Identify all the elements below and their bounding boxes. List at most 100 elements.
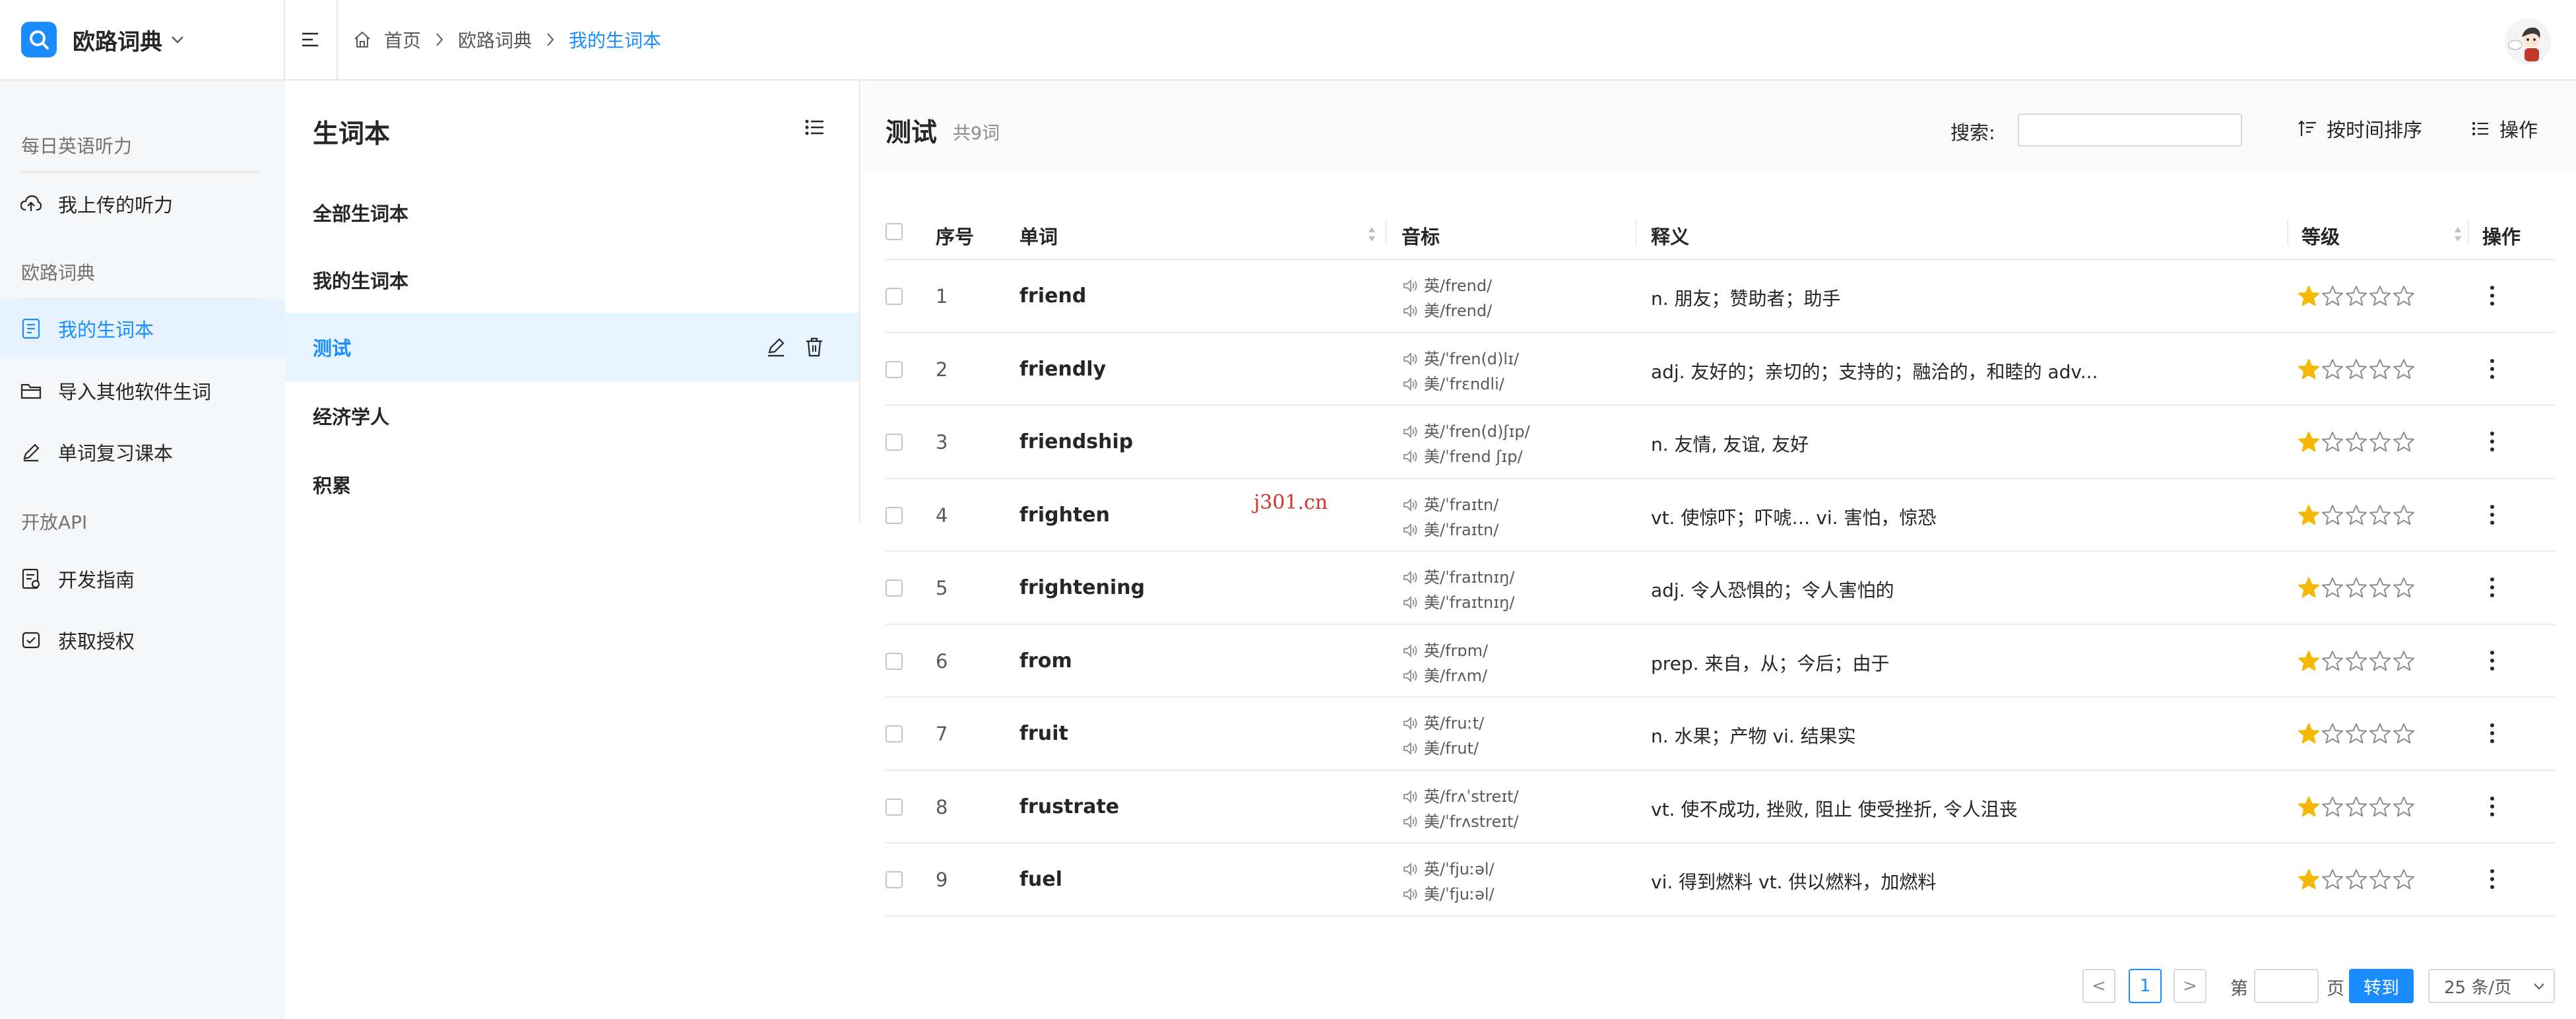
- speaker-icon[interactable]: [1403, 303, 1420, 319]
- row-checkbox[interactable]: [886, 579, 903, 597]
- row-word[interactable]: frighten: [1019, 504, 1110, 527]
- speaker-icon[interactable]: [1403, 376, 1420, 392]
- star-empty-icon[interactable]: [2345, 796, 2367, 818]
- speaker-icon[interactable]: [1403, 570, 1420, 585]
- sidebar-item-review[interactable]: 单词复习课本: [0, 422, 285, 482]
- star-empty-icon[interactable]: [2321, 504, 2344, 527]
- more-vertical-icon[interactable]: [2482, 793, 2502, 820]
- star-empty-icon[interactable]: [2393, 796, 2415, 818]
- operations-button[interactable]: 操作: [2470, 115, 2538, 143]
- speaker-icon[interactable]: [1403, 424, 1420, 440]
- star-filled-icon[interactable]: [2298, 285, 2320, 308]
- row-checkbox[interactable]: [886, 506, 903, 524]
- star-filled-icon[interactable]: [2298, 577, 2320, 599]
- row-word[interactable]: fruit: [1019, 722, 1068, 745]
- star-empty-icon[interactable]: [2345, 358, 2367, 381]
- row-word[interactable]: from: [1019, 649, 1072, 673]
- more-vertical-icon[interactable]: [2482, 720, 2502, 746]
- more-vertical-icon[interactable]: [2482, 866, 2502, 892]
- breadcrumb-home[interactable]: 首页: [352, 26, 421, 53]
- star-empty-icon[interactable]: [2321, 358, 2344, 381]
- star-empty-icon[interactable]: [2369, 285, 2391, 308]
- star-empty-icon[interactable]: [2369, 504, 2391, 527]
- notebook-item[interactable]: 经济学人: [285, 381, 859, 450]
- speaker-icon[interactable]: [1403, 886, 1420, 902]
- list-icon[interactable]: [804, 117, 827, 141]
- star-empty-icon[interactable]: [2369, 358, 2391, 381]
- more-vertical-icon[interactable]: [2482, 647, 2502, 674]
- star-empty-icon[interactable]: [2321, 285, 2344, 308]
- sidebar-item-dev-guide[interactable]: 开发指南: [0, 549, 285, 608]
- row-word[interactable]: friendly: [1019, 358, 1106, 381]
- speaker-icon[interactable]: [1403, 668, 1420, 684]
- star-empty-icon[interactable]: [2369, 650, 2391, 673]
- row-word[interactable]: frustrate: [1019, 795, 1119, 818]
- star-empty-icon[interactable]: [2393, 358, 2415, 381]
- star-empty-icon[interactable]: [2393, 650, 2415, 673]
- sort-toggle-icon[interactable]: [1367, 224, 1376, 244]
- speaker-icon[interactable]: [1403, 351, 1420, 367]
- star-empty-icon[interactable]: [2345, 650, 2367, 673]
- search-input[interactable]: [2018, 114, 2242, 147]
- star-empty-icon[interactable]: [2345, 285, 2367, 308]
- star-empty-icon[interactable]: [2321, 650, 2344, 673]
- star-empty-icon[interactable]: [2393, 577, 2415, 599]
- menu-toggle-button[interactable]: [285, 0, 338, 79]
- star-filled-icon[interactable]: [2298, 869, 2320, 891]
- star-empty-icon[interactable]: [2345, 723, 2367, 745]
- notebook-item-active[interactable]: 测试: [285, 313, 859, 381]
- row-checkbox[interactable]: [886, 360, 903, 378]
- star-empty-icon[interactable]: [2369, 431, 2391, 453]
- speaker-icon[interactable]: [1403, 643, 1420, 659]
- more-vertical-icon[interactable]: [2482, 574, 2502, 601]
- row-checkbox[interactable]: [886, 652, 903, 670]
- select-all-checkbox[interactable]: [886, 223, 903, 240]
- more-vertical-icon[interactable]: [2482, 356, 2502, 382]
- notebook-item[interactable]: 全部生词本: [285, 178, 859, 247]
- row-word[interactable]: frightening: [1019, 576, 1145, 599]
- star-empty-icon[interactable]: [2369, 577, 2391, 599]
- speaker-icon[interactable]: [1403, 449, 1420, 465]
- star-filled-icon[interactable]: [2298, 723, 2320, 745]
- star-empty-icon[interactable]: [2321, 431, 2344, 453]
- sidebar-item-my-uploads[interactable]: 我上传的听力: [0, 174, 285, 234]
- star-empty-icon[interactable]: [2345, 431, 2367, 453]
- row-checkbox[interactable]: [886, 434, 903, 451]
- row-checkbox[interactable]: [886, 871, 903, 888]
- row-word[interactable]: friendship: [1019, 430, 1133, 453]
- star-empty-icon[interactable]: [2393, 285, 2415, 308]
- star-empty-icon[interactable]: [2369, 796, 2391, 818]
- sidebar-item-import[interactable]: 导入其他软件生词: [0, 361, 285, 420]
- notebook-item[interactable]: 我的生词本: [285, 246, 859, 314]
- brand-switcher[interactable]: 欧路词典: [0, 0, 285, 79]
- star-empty-icon[interactable]: [2345, 577, 2367, 599]
- star-filled-icon[interactable]: [2298, 431, 2320, 453]
- more-vertical-icon[interactable]: [2482, 282, 2502, 309]
- sort-toggle-icon[interactable]: [2453, 224, 2463, 244]
- goto-page-input[interactable]: [2254, 969, 2319, 1003]
- speaker-icon[interactable]: [1403, 861, 1420, 877]
- star-empty-icon[interactable]: [2393, 431, 2415, 453]
- star-empty-icon[interactable]: [2321, 723, 2344, 745]
- star-empty-icon[interactable]: [2393, 869, 2415, 891]
- more-vertical-icon[interactable]: [2482, 502, 2502, 528]
- page-number-button[interactable]: 1: [2129, 969, 2162, 1003]
- row-word[interactable]: fuel: [1019, 868, 1062, 891]
- row-checkbox[interactable]: [886, 288, 903, 305]
- star-empty-icon[interactable]: [2369, 723, 2391, 745]
- edit-icon[interactable]: [764, 335, 788, 359]
- star-empty-icon[interactable]: [2321, 796, 2344, 818]
- star-empty-icon[interactable]: [2393, 723, 2415, 745]
- star-empty-icon[interactable]: [2393, 504, 2415, 527]
- speaker-icon[interactable]: [1403, 278, 1420, 294]
- sidebar-item-my-notebook[interactable]: 我的生词本: [0, 299, 285, 358]
- breadcrumb-section[interactable]: 欧路词典: [458, 26, 532, 53]
- column-header-word[interactable]: 单词: [1019, 222, 1058, 249]
- more-vertical-icon[interactable]: [2482, 428, 2502, 455]
- speaker-icon[interactable]: [1403, 715, 1420, 731]
- prev-page-button[interactable]: <: [2082, 969, 2115, 1003]
- avatar[interactable]: [2505, 18, 2551, 65]
- speaker-icon[interactable]: [1403, 740, 1420, 756]
- goto-button[interactable]: 转到: [2349, 969, 2414, 1003]
- speaker-icon[interactable]: [1403, 497, 1420, 513]
